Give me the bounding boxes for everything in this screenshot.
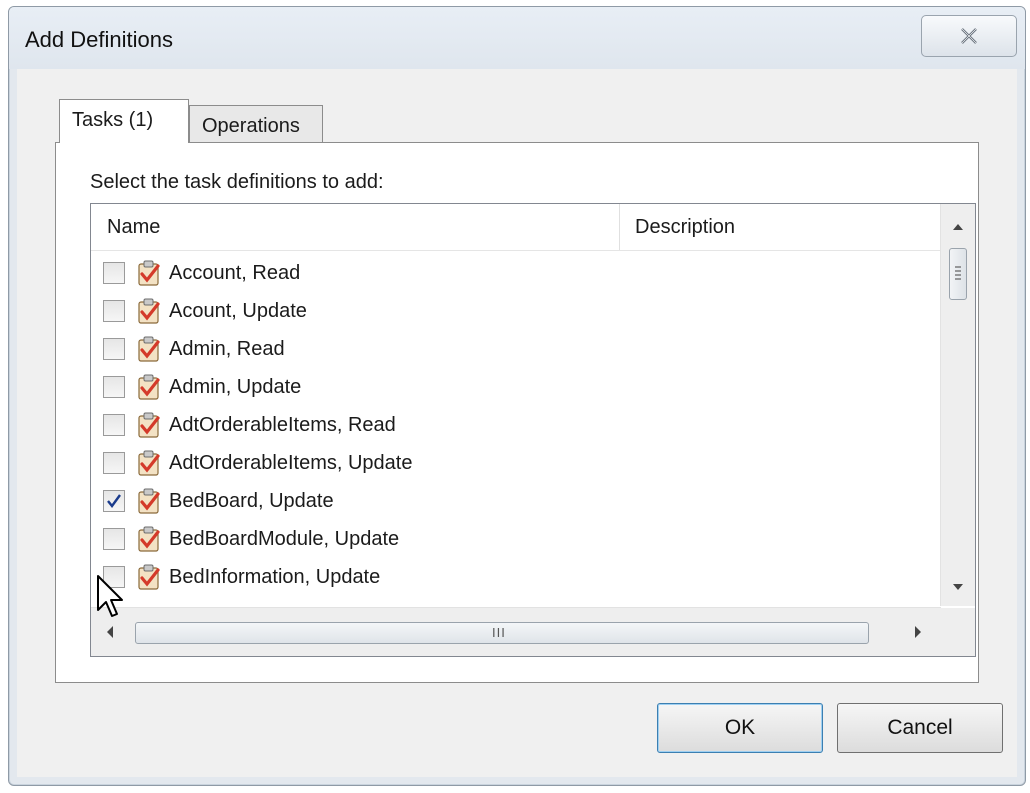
select-prompt: Select the task definitions to add: bbox=[90, 171, 384, 193]
column-header-description[interactable]: Description bbox=[635, 216, 735, 239]
vertical-scroll-thumb[interactable] bbox=[949, 248, 967, 300]
scroll-up-arrow-icon[interactable] bbox=[941, 210, 975, 240]
list-item[interactable]: Acount, Update bbox=[91, 292, 941, 330]
list-item[interactable]: Admin, Update bbox=[91, 368, 941, 406]
row-label: AdtOrderableItems, Update bbox=[169, 452, 413, 474]
list-item[interactable]: Admin, Read bbox=[91, 330, 941, 368]
dialog-client-area: Tasks (1) Operations Select the task def… bbox=[17, 69, 1017, 777]
grip-icon bbox=[955, 266, 961, 280]
check-mark-icon bbox=[107, 494, 121, 508]
horizontal-scroll-thumb[interactable]: III bbox=[135, 622, 869, 644]
list-rows: Account, Read Acount, Update Admin, Read Ad… bbox=[91, 254, 941, 606]
tab-tasks[interactable]: Tasks (1) bbox=[59, 99, 189, 143]
scrollbar-corner bbox=[941, 608, 975, 656]
row-label: Admin, Update bbox=[169, 376, 302, 398]
task-clipboard-icon bbox=[138, 526, 160, 552]
scroll-down-arrow-icon[interactable] bbox=[941, 574, 975, 604]
task-clipboard-icon bbox=[138, 412, 160, 438]
list-item[interactable]: Account, Read bbox=[91, 254, 941, 292]
list-item[interactable]: AdtOrderableItems, Read bbox=[91, 406, 941, 444]
grip-icon: III bbox=[492, 625, 506, 640]
close-icon bbox=[961, 28, 977, 44]
column-divider[interactable] bbox=[619, 204, 620, 250]
row-checkbox[interactable] bbox=[103, 528, 125, 550]
scroll-right-arrow-icon[interactable] bbox=[903, 608, 933, 656]
vertical-scrollbar[interactable] bbox=[940, 204, 975, 606]
row-label: Admin, Read bbox=[169, 338, 285, 360]
row-label: BedBoard, Update bbox=[169, 490, 334, 512]
add-definitions-dialog: Add Definitions Tasks (1) Operations Sel… bbox=[8, 6, 1026, 786]
ok-button[interactable]: OK bbox=[657, 703, 823, 753]
task-list: Name Description Account, Read Acount, Up… bbox=[90, 203, 976, 657]
row-checkbox[interactable] bbox=[103, 414, 125, 436]
row-checkbox[interactable] bbox=[103, 376, 125, 398]
task-clipboard-icon bbox=[138, 564, 160, 590]
task-clipboard-icon bbox=[138, 260, 160, 286]
close-button[interactable] bbox=[921, 15, 1017, 57]
row-checkbox[interactable] bbox=[103, 262, 125, 284]
row-checkbox[interactable] bbox=[103, 300, 125, 322]
row-label: BedBoardModule, Update bbox=[169, 528, 400, 550]
row-label: Account, Read bbox=[169, 262, 301, 284]
row-checkbox[interactable] bbox=[103, 490, 125, 512]
list-item[interactable]: AdtOrderableItems, Update bbox=[91, 444, 941, 482]
tab-operations-label: Operations bbox=[202, 115, 300, 137]
list-item[interactable]: BedInformation, Update bbox=[91, 558, 941, 596]
row-label: AdtOrderableItems, Read bbox=[169, 414, 396, 436]
list-header: Name Description bbox=[91, 204, 941, 251]
title-bar: Add Definitions bbox=[9, 7, 1025, 69]
row-label: Acount, Update bbox=[169, 300, 307, 322]
row-checkbox[interactable] bbox=[103, 452, 125, 474]
tab-operations[interactable]: Operations bbox=[189, 105, 323, 143]
horizontal-scrollbar[interactable]: III bbox=[91, 607, 941, 656]
list-item[interactable]: BedBoardModule, Update bbox=[91, 520, 941, 558]
task-clipboard-icon bbox=[138, 488, 160, 514]
task-clipboard-icon bbox=[138, 374, 160, 400]
list-item[interactable]: BedBoard, Update bbox=[91, 482, 941, 520]
row-checkbox[interactable] bbox=[103, 338, 125, 360]
mouse-pointer-icon bbox=[97, 575, 123, 617]
tasks-tab-panel: Select the task definitions to add: Name… bbox=[55, 142, 979, 683]
tab-tasks-label: Tasks (1) bbox=[72, 109, 154, 131]
column-header-name[interactable]: Name bbox=[107, 216, 160, 239]
row-label: BedInformation, Update bbox=[169, 566, 381, 588]
task-clipboard-icon bbox=[138, 336, 160, 362]
task-clipboard-icon bbox=[138, 450, 160, 476]
cancel-button[interactable]: Cancel bbox=[837, 703, 1003, 753]
task-clipboard-icon bbox=[138, 298, 160, 324]
dialog-title: Add Definitions bbox=[25, 27, 173, 52]
